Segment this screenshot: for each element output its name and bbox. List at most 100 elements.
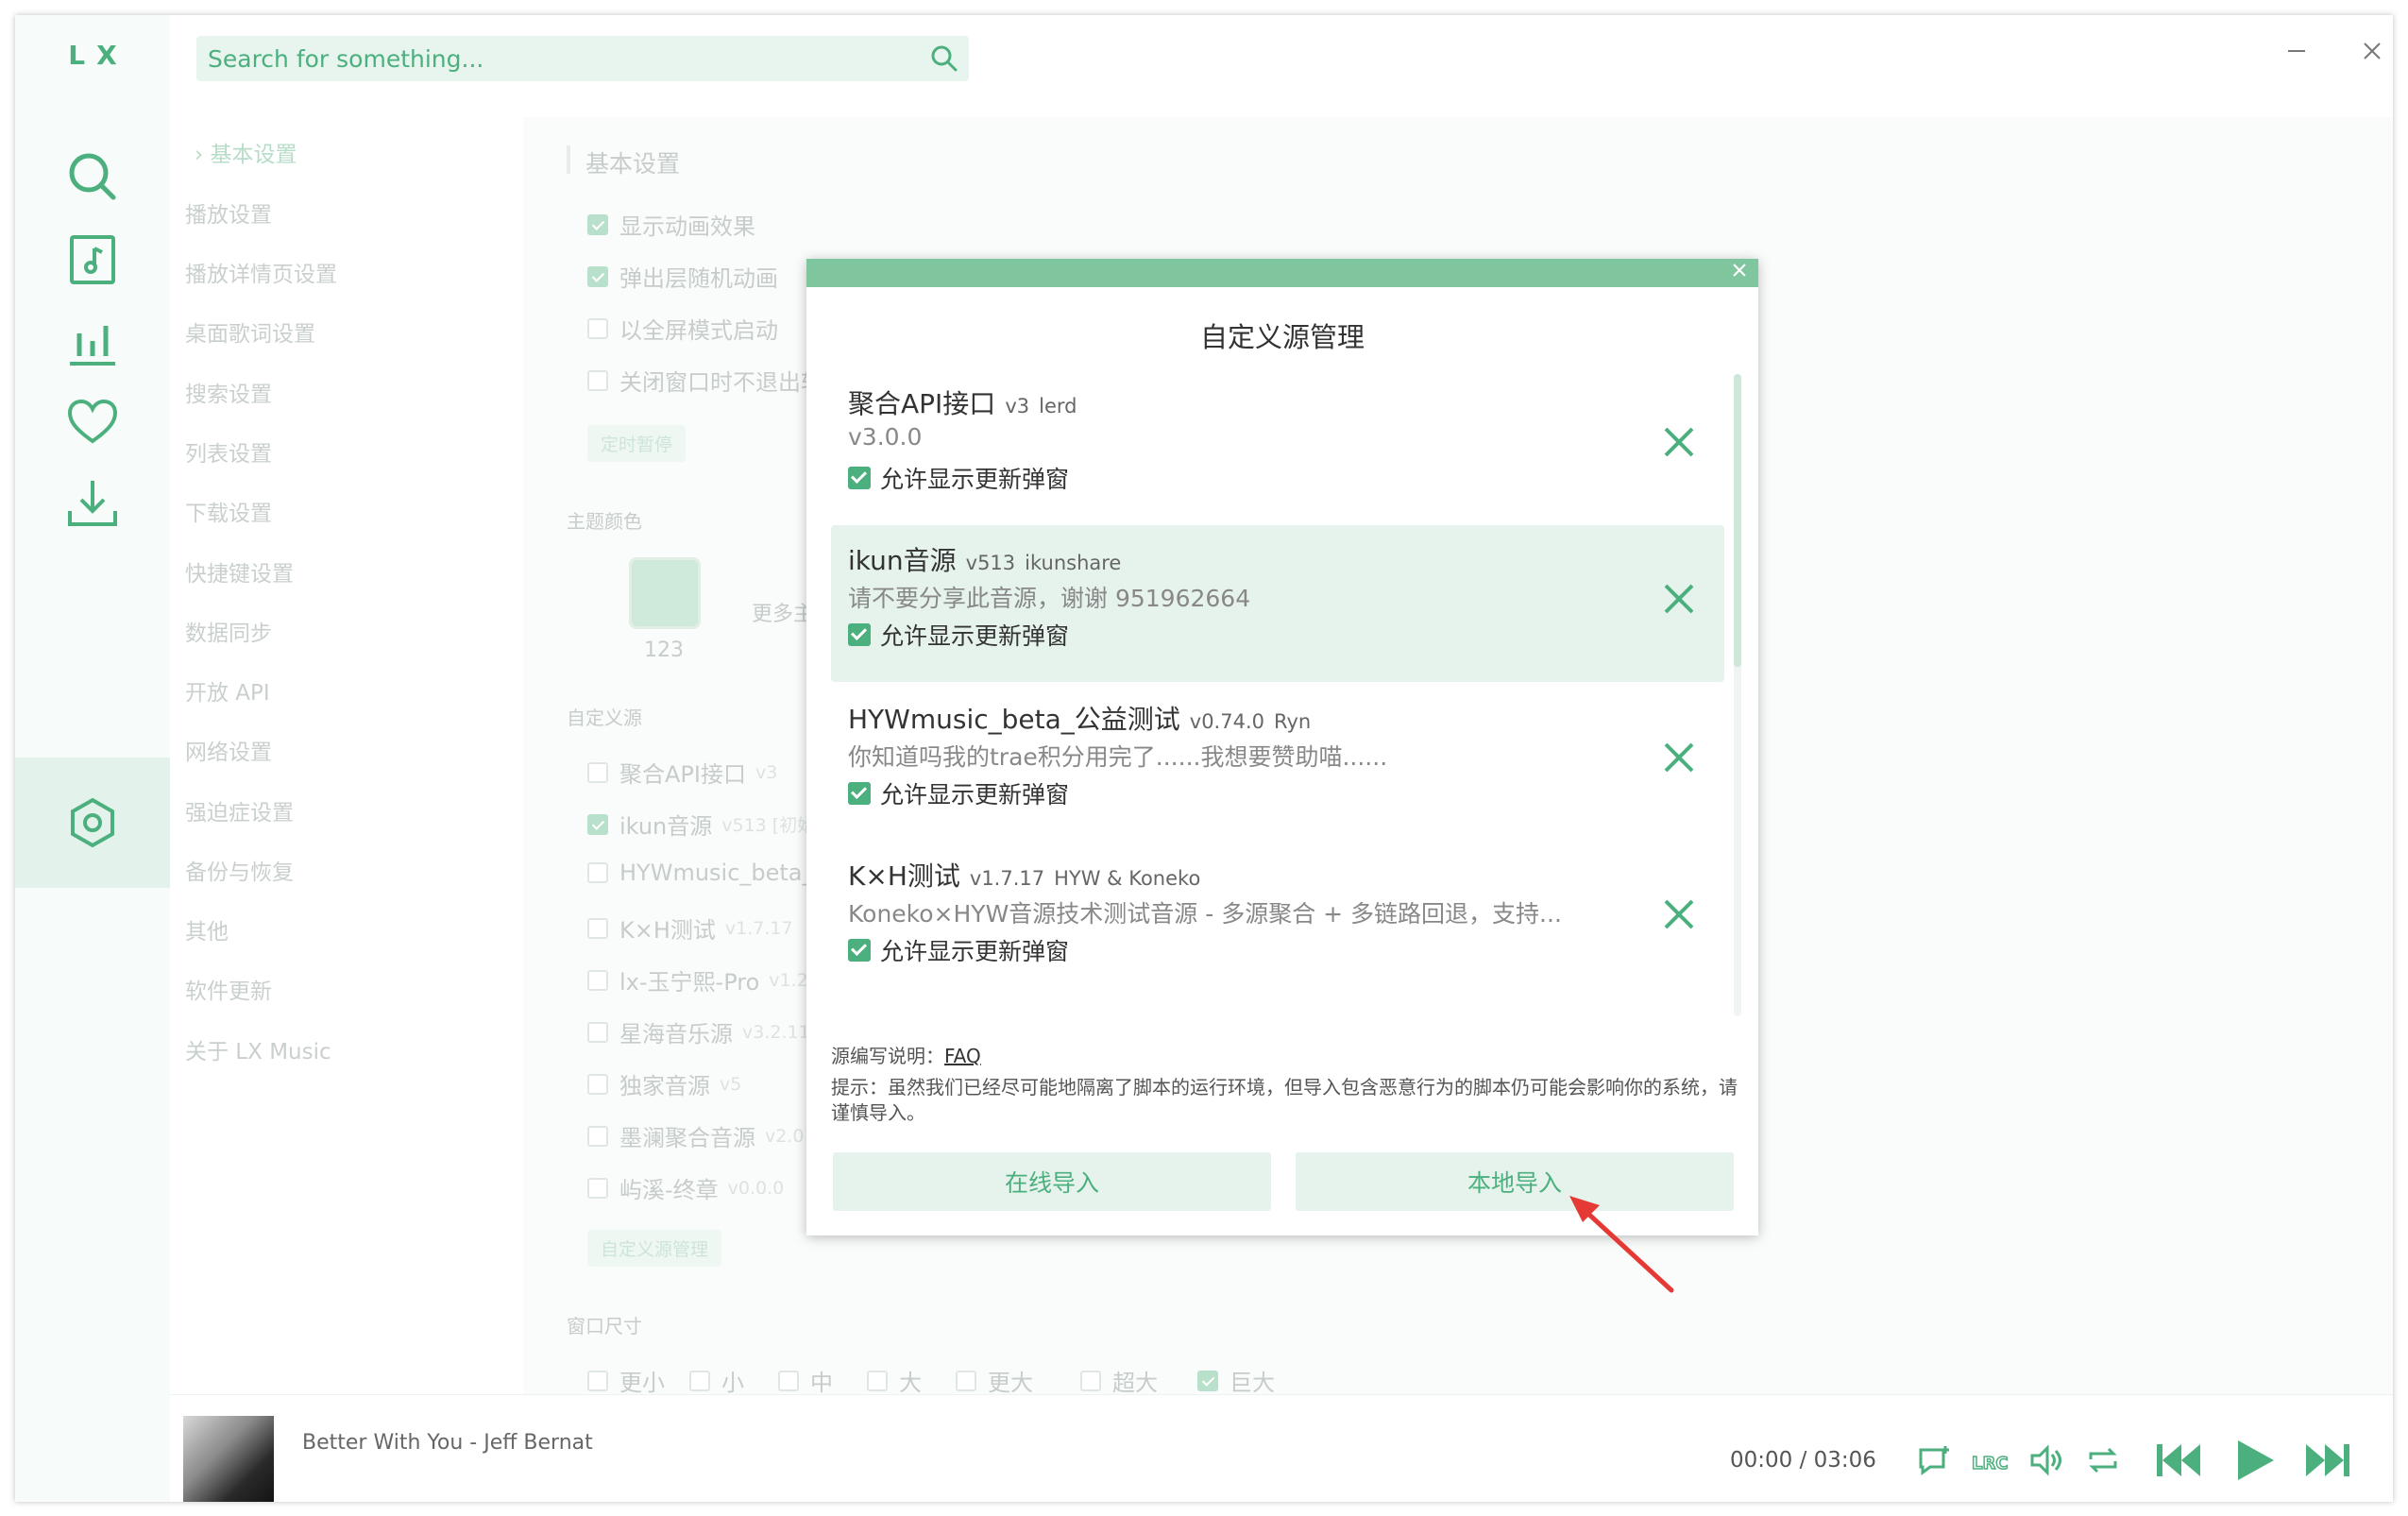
rail-download[interactable] xyxy=(15,438,170,569)
checkbox[interactable] xyxy=(587,917,608,939)
option-keep-running[interactable]: 关闭窗口时不退出软 xyxy=(587,364,823,397)
checkbox[interactable] xyxy=(1080,1370,1101,1391)
settings-nav-item[interactable]: 搜索设置 xyxy=(185,376,272,408)
window-size-option[interactable]: 更小 xyxy=(587,1364,665,1397)
checkbox[interactable] xyxy=(587,761,608,783)
player-bar: Better With You - Jeff Bernat 00:00 / 03… xyxy=(170,1394,2393,1502)
checkbox[interactable] xyxy=(587,1073,608,1095)
allow-update-popup[interactable]: 允许显示更新弹窗 xyxy=(848,461,1069,495)
checkbox[interactable] xyxy=(587,1177,608,1199)
online-import-button[interactable]: 在线导入 xyxy=(833,1152,1271,1211)
search-input[interactable] xyxy=(196,36,914,81)
comment-button[interactable] xyxy=(1915,1440,1955,1480)
checkbox[interactable] xyxy=(587,213,608,235)
close-window-button[interactable] xyxy=(2353,32,2391,70)
album-cover[interactable] xyxy=(183,1416,274,1502)
checkbox[interactable] xyxy=(848,939,871,962)
settings-nav-item[interactable]: 数据同步 xyxy=(185,615,272,647)
settings-nav-item[interactable]: 列表设置 xyxy=(185,435,272,468)
rail-settings[interactable] xyxy=(15,758,170,888)
checkbox[interactable] xyxy=(587,369,608,391)
lyrics-button[interactable]: LRC xyxy=(1970,1440,2009,1480)
dialog-close-button[interactable] xyxy=(1728,261,1751,283)
custom-source-item[interactable]: 墨澜聚合音源 v2.0 xyxy=(587,1119,804,1152)
checkbox[interactable] xyxy=(587,862,608,883)
settings-nav-item[interactable]: 播放详情页设置 xyxy=(185,256,337,288)
timer-button[interactable]: 定时暂停 xyxy=(587,425,687,462)
source-item[interactable]: ikun音源 v513 ikunshare 请不要分享此音源，谢谢 95196266… xyxy=(831,525,1724,682)
custom-source-item[interactable]: 屿溪-终章 v0.0.0 xyxy=(587,1171,784,1204)
volume-button[interactable] xyxy=(2026,1440,2066,1480)
minimize-button[interactable] xyxy=(2278,32,2315,70)
custom-source-item[interactable]: 独家音源 v5 xyxy=(587,1067,741,1100)
source-item[interactable]: K×H测试 v1.7.17 HYW & Koneko Koneko×HYW音源技术测… xyxy=(831,841,1724,997)
remove-source-icon[interactable] xyxy=(1656,419,1702,465)
checkbox[interactable] xyxy=(956,1370,976,1391)
search-icon[interactable] xyxy=(929,43,959,74)
repeat-button[interactable] xyxy=(2083,1440,2123,1480)
settings-nav-item[interactable]: › 基本设置 xyxy=(195,136,297,168)
settings-nav-item[interactable]: 关于 LX Music xyxy=(185,1033,331,1065)
search-bar[interactable] xyxy=(196,36,969,81)
option-fullscreen[interactable]: 以全屏模式启动 xyxy=(587,312,778,345)
checkbox[interactable] xyxy=(848,623,871,646)
checkbox[interactable] xyxy=(587,1021,608,1043)
settings-nav-item[interactable]: 网络设置 xyxy=(185,734,272,766)
custom-source-item[interactable]: ikun音源 v513 [初始 xyxy=(587,808,815,841)
option-random-animation[interactable]: 弹出层随机动画 xyxy=(587,260,778,293)
checkbox[interactable] xyxy=(587,969,608,991)
window-size-option[interactable]: 超大 xyxy=(1080,1364,1158,1397)
remove-source-icon[interactable] xyxy=(1656,576,1702,622)
allow-update-popup[interactable]: 允许显示更新弹窗 xyxy=(848,776,1069,810)
theme-more[interactable]: 更多主 xyxy=(752,597,814,627)
settings-nav-item[interactable]: 开放 API xyxy=(185,674,270,707)
checkbox[interactable] xyxy=(587,317,608,339)
window-size-option[interactable]: 更大 xyxy=(956,1364,1033,1397)
window-size-option[interactable]: 大 xyxy=(867,1364,922,1397)
play-button[interactable] xyxy=(2230,1437,2278,1484)
settings-nav-item[interactable]: 强迫症设置 xyxy=(185,794,294,826)
source-item[interactable]: HYWmusic_beta_公益测试 v0.74.0 Ryn 你知道吗我的trae积… xyxy=(831,684,1724,841)
custom-source-item[interactable]: K×H测试 v1.7.17 xyxy=(587,911,793,945)
remove-source-icon[interactable] xyxy=(1656,735,1702,780)
next-button[interactable] xyxy=(2302,1439,2353,1482)
custom-source-item[interactable]: 星海音乐源 v3.2.11 xyxy=(587,1015,810,1048)
song-title: Better With You - Jeff Bernat xyxy=(302,1431,593,1455)
source-item[interactable]: 聚合API接口 v3 lerd v3.0.0 允许显示更新弹窗 xyxy=(831,368,1724,525)
checkbox[interactable] xyxy=(848,467,871,489)
faq-link[interactable]: FAQ xyxy=(944,1045,981,1067)
checkbox[interactable] xyxy=(587,265,608,287)
option-animation[interactable]: 显示动画效果 xyxy=(587,208,755,241)
minimize-icon xyxy=(2288,50,2305,52)
previous-button[interactable] xyxy=(2153,1439,2204,1482)
window-size-label: 窗口尺寸 xyxy=(567,1315,642,1337)
scrollbar-thumb[interactable] xyxy=(1734,374,1741,667)
settings-nav-item[interactable]: 软件更新 xyxy=(185,973,272,1005)
checkbox[interactable] xyxy=(587,1125,608,1147)
theme-swatch[interactable] xyxy=(629,557,701,629)
allow-update-popup[interactable]: 允许显示更新弹窗 xyxy=(848,618,1069,652)
checkbox[interactable] xyxy=(848,782,871,805)
window-size-option[interactable]: 小 xyxy=(689,1364,744,1397)
settings-nav-item[interactable]: 其他 xyxy=(185,913,229,945)
custom-source-item[interactable]: HYWmusic_beta_ xyxy=(587,860,823,886)
checkbox[interactable] xyxy=(587,1370,608,1391)
remove-source-icon[interactable] xyxy=(1656,892,1702,937)
checkbox[interactable] xyxy=(587,813,608,835)
custom-source-item[interactable]: lx-玉宁熙-Pro v1.2 xyxy=(587,963,808,996)
checkbox[interactable] xyxy=(867,1370,888,1391)
manage-sources-button[interactable]: 自定义源管理 xyxy=(587,1230,722,1267)
settings-nav-item[interactable]: 下载设置 xyxy=(185,495,272,527)
settings-nav-item[interactable]: 快捷键设置 xyxy=(185,555,294,588)
checkbox[interactable] xyxy=(1197,1370,1218,1391)
settings-nav-item[interactable]: 桌面歌词设置 xyxy=(185,315,315,348)
settings-nav-item[interactable]: 播放设置 xyxy=(185,196,272,229)
window-size-option[interactable]: 巨大 xyxy=(1197,1364,1275,1397)
allow-update-popup[interactable]: 允许显示更新弹窗 xyxy=(848,933,1069,967)
source-list-scrollbar[interactable] xyxy=(1734,374,1741,1016)
window-size-option[interactable]: 中 xyxy=(778,1364,833,1397)
settings-nav-item[interactable]: 备份与恢复 xyxy=(185,854,294,886)
checkbox[interactable] xyxy=(778,1370,799,1391)
checkbox[interactable] xyxy=(689,1370,710,1391)
custom-source-item[interactable]: 聚合API接口 v3 xyxy=(587,756,777,789)
